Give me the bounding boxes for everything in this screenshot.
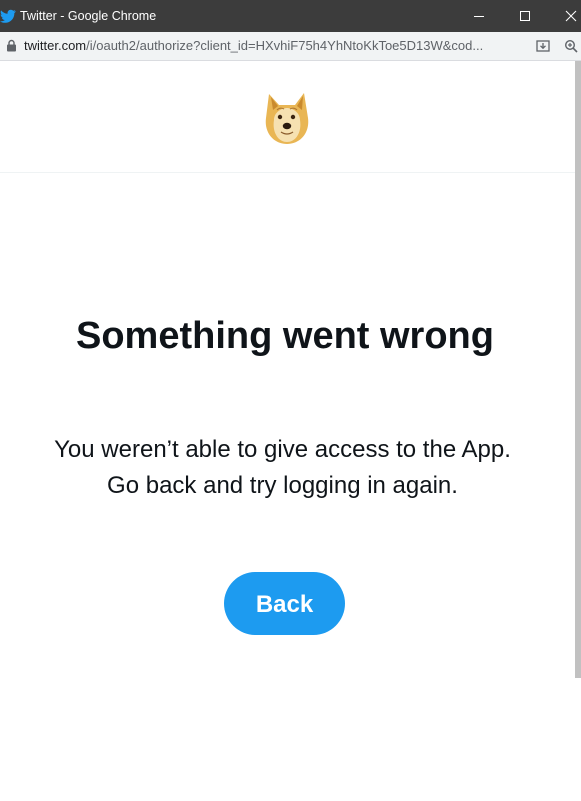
url-path: /i/oauth2/authorize?client_id=HXvhiF75h4… [86,38,484,53]
scrollbar[interactable] [575,61,581,678]
window-title: Twitter - Google Chrome [20,9,157,23]
close-button[interactable] [548,0,581,32]
minimize-button[interactable] [456,0,502,32]
install-app-icon[interactable] [536,39,550,58]
error-message-line-1: You weren’t able to give access to the A… [54,436,511,463]
doge-logo [262,88,312,151]
url-text[interactable]: twitter.com/i/oauth2/authorize?client_id… [24,37,524,55]
page-title: Something went wrong [76,315,494,357]
minimize-icon [474,16,484,17]
title-bar: Twitter - Google Chrome [0,0,581,32]
error-message-line-2: Go back and try logging in again. [107,472,458,499]
maximize-icon [520,11,530,21]
page-header [0,61,575,173]
url-host: twitter.com [24,38,87,53]
browser-window: Twitter - Google Chrome twitter.com/i/oa… [0,0,581,801]
close-icon [565,10,577,22]
maximize-button[interactable] [502,0,548,32]
error-message: You weren’t able to give access to the A… [0,432,565,504]
twitter-bird-icon [0,8,17,24]
lock-icon[interactable] [6,39,17,57]
address-bar[interactable]: twitter.com/i/oauth2/authorize?client_id… [0,32,581,61]
back-button[interactable]: Back [224,572,345,635]
page-content: Something went wrong You weren’t able to… [0,61,581,801]
zoom-icon[interactable] [564,39,578,58]
